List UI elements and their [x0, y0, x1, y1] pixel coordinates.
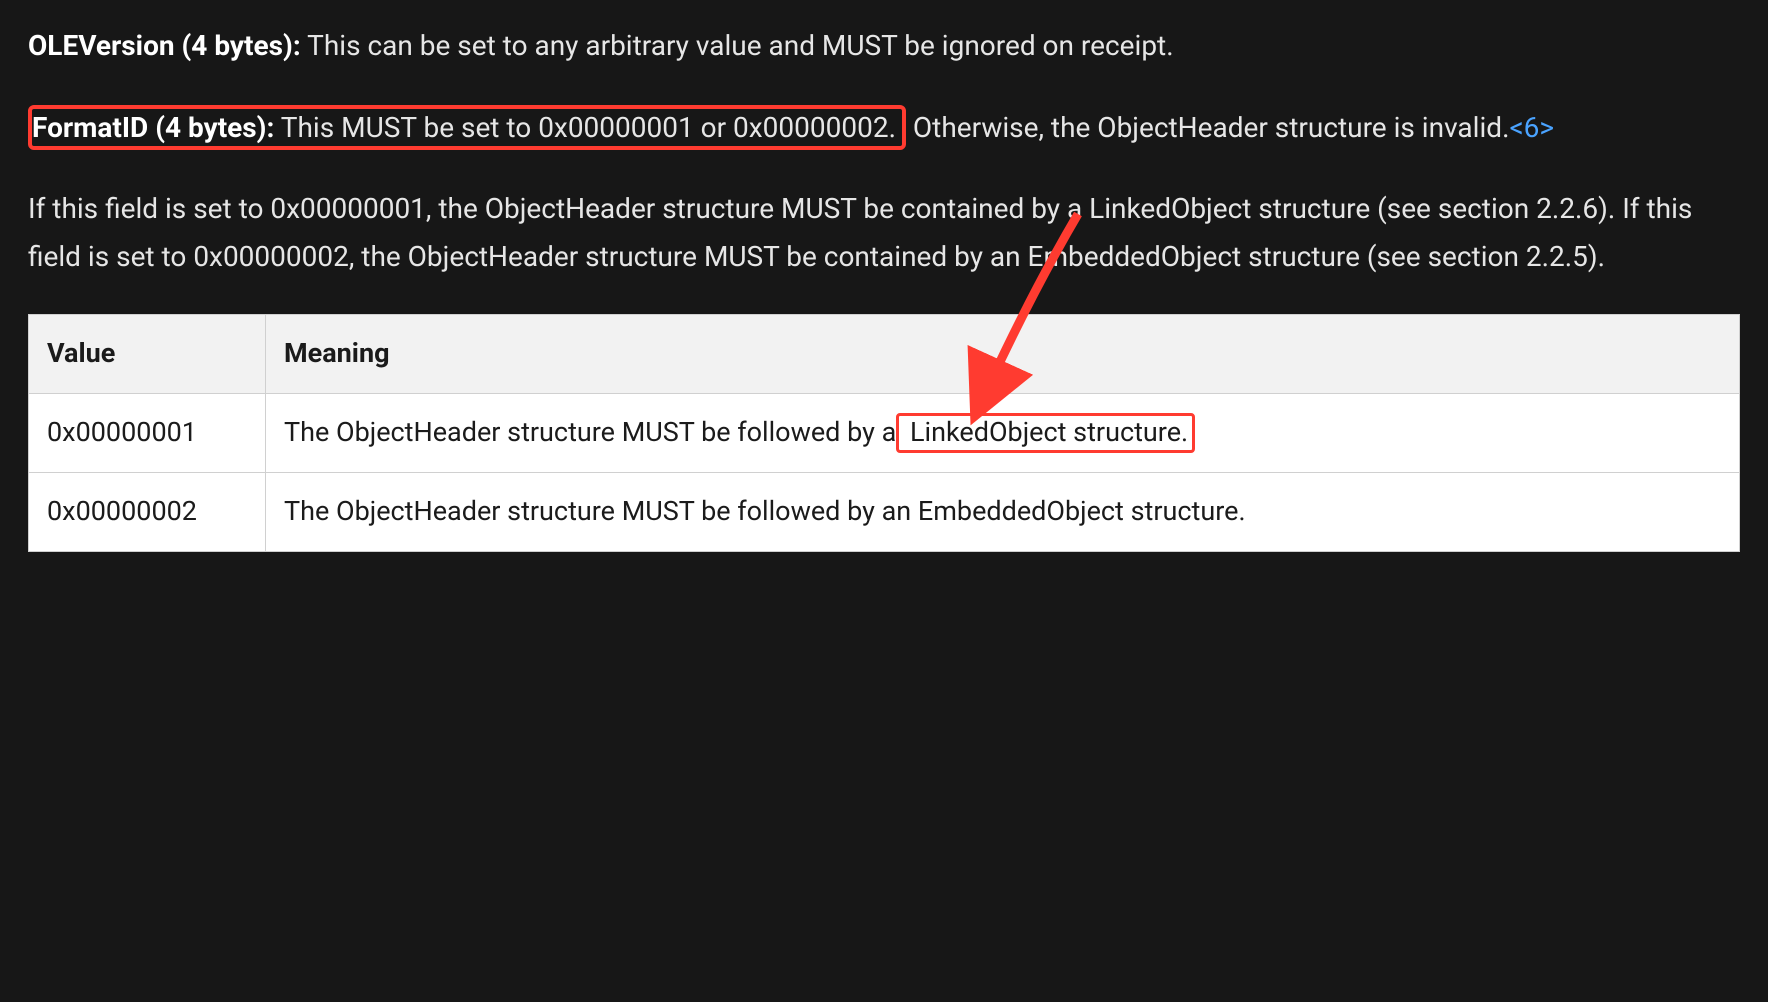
formatid-values-table: Value Meaning 0x00000001 The ObjectHeade… — [28, 314, 1740, 552]
arrow-annotation — [908, 209, 1108, 454]
field-text-formatid-details: If this field is set to 0x00000001, the … — [28, 192, 1692, 273]
footnote-link-6[interactable]: <6> — [1509, 111, 1554, 144]
meaning-text-pre: The ObjectHeader structure MUST be follo… — [284, 416, 896, 448]
cell-meaning: The ObjectHeader structure MUST be follo… — [266, 473, 1740, 552]
table-header-value: Value — [29, 315, 266, 394]
cell-value: 0x00000001 — [29, 394, 266, 473]
highlight-formatid: FormatID (4 bytes): This MUST be set to … — [28, 105, 906, 150]
field-text-oleversion: This can be set to any arbitrary value a… — [301, 29, 1174, 62]
paragraph-formatid: FormatID (4 bytes): This MUST be set to … — [28, 104, 1740, 152]
field-text-formatid-highlighted: This MUST be set to 0x00000001 or 0x0000… — [274, 111, 896, 144]
table-header-row: Value Meaning — [29, 315, 1740, 394]
document-body: OLEVersion (4 bytes): This can be set to… — [0, 0, 1768, 592]
paragraph-oleversion: OLEVersion (4 bytes): This can be set to… — [28, 22, 1740, 70]
field-name-oleversion: OLEVersion (4 bytes): — [28, 29, 301, 62]
paragraph-formatid-details: If this field is set to 0x00000001, the … — [28, 185, 1740, 280]
cell-value: 0x00000002 — [29, 473, 266, 552]
field-name-formatid: FormatID (4 bytes): — [32, 111, 274, 144]
meaning-text-pre: The ObjectHeader structure MUST be follo… — [284, 495, 1246, 527]
arrow-icon — [908, 209, 1108, 439]
table-row: 0x00000002 The ObjectHeader structure MU… — [29, 473, 1740, 552]
field-text-formatid-rest: Otherwise, the ObjectHeader structure is… — [906, 111, 1509, 144]
table-row: 0x00000001 The ObjectHeader structure MU… — [29, 394, 1740, 473]
